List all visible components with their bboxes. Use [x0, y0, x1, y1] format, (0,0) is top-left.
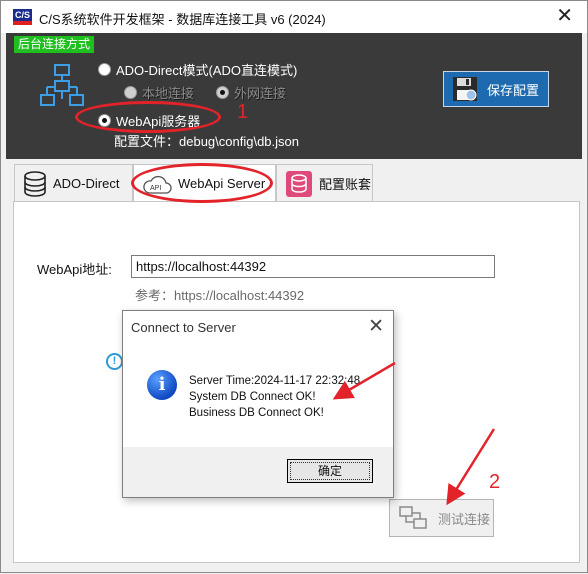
tab-strip: ADO-Direct API WebApi Server 配置账套	[11, 164, 581, 202]
radio-wan[interactable]: 外网连接	[216, 83, 286, 102]
tab-label: 配置账套	[319, 177, 372, 192]
radio-button[interactable]	[216, 86, 229, 99]
close-icon[interactable]: ✕	[556, 5, 573, 27]
config-file-path: 配置文件：debug\config\db.json	[114, 134, 299, 149]
save-button-label: 保存配置	[487, 82, 540, 98]
database-icon	[24, 170, 46, 197]
tab-label: ADO-Direct	[53, 176, 120, 191]
radio-label: 本地连接	[142, 86, 195, 101]
radio-local[interactable]: 本地连接	[124, 83, 194, 102]
webapi-url-label: WebApi地址:	[37, 262, 112, 277]
test-connection-button[interactable]: 测试连接	[389, 499, 494, 537]
radio-label: 外网连接	[234, 86, 287, 101]
info-icon: i	[147, 370, 177, 400]
radio-button[interactable]	[124, 86, 137, 99]
annotation-ellipse-webapi-radio	[75, 101, 221, 133]
radio-button[interactable]	[98, 63, 111, 76]
dialog-body: i Server Time:2024-11-17 22:32:48 System…	[123, 345, 393, 447]
save-config-button[interactable]: 保存配置	[443, 71, 549, 107]
webapi-url-hint: 参考：https://localhost:44392	[135, 288, 305, 303]
dialog-line-system-db: System DB Connect OK!	[189, 391, 316, 403]
floppy-disk-icon	[453, 77, 477, 101]
app-window: C/S C/S系统软件开发框架 - 数据库连接工具 v6 (2024) ✕ 后台…	[0, 0, 588, 573]
webapi-url-input[interactable]	[131, 255, 495, 278]
database-pink-icon	[286, 170, 312, 197]
dialog-message: Server Time:2024-11-17 22:32:48 System D…	[189, 373, 360, 421]
radio-ado-direct[interactable]: ADO-Direct模式(ADO直连模式)	[98, 60, 297, 79]
dialog-line-business-db: Business DB Connect OK!	[189, 407, 324, 419]
tab-ado-direct[interactable]: ADO-Direct	[14, 164, 133, 202]
test-button-label: 测试连接	[438, 511, 491, 527]
network-computers-icon	[399, 506, 427, 529]
ok-button[interactable]: 确定	[287, 459, 373, 483]
dialog-line-server-time: Server Time:2024-11-17 22:32:48	[189, 375, 361, 387]
dialog-title: Connect to Server	[131, 320, 236, 335]
annotation-label-1: 1	[237, 101, 249, 123]
app-icon: C/S	[13, 9, 32, 25]
connect-dialog: Connect to Server ✕ i Server Time:2024-1…	[122, 310, 394, 498]
window-title: C/S系统软件开发框架 - 数据库连接工具 v6 (2024)	[39, 12, 326, 27]
tab-account-config[interactable]: 配置账套	[276, 164, 373, 202]
annotation-ellipse-webapi-tab	[131, 163, 273, 203]
title-bar[interactable]: C/S C/S系统软件开发框架 - 数据库连接工具 v6 (2024) ✕	[1, 1, 587, 33]
dialog-footer: 确定	[123, 447, 393, 497]
annotation-label-2: 2	[489, 471, 501, 493]
radio-label: ADO-Direct模式(ADO直连模式)	[116, 63, 298, 78]
mode-label: 后台连接方式	[14, 36, 95, 53]
network-icon	[40, 64, 84, 106]
info-icon: !	[106, 353, 123, 370]
dialog-close-icon[interactable]: ✕	[368, 315, 384, 338]
connection-mode-panel: 后台连接方式 ADO-Direct模式(ADO直连模式) 本地连接 外网连接 W…	[6, 33, 582, 159]
